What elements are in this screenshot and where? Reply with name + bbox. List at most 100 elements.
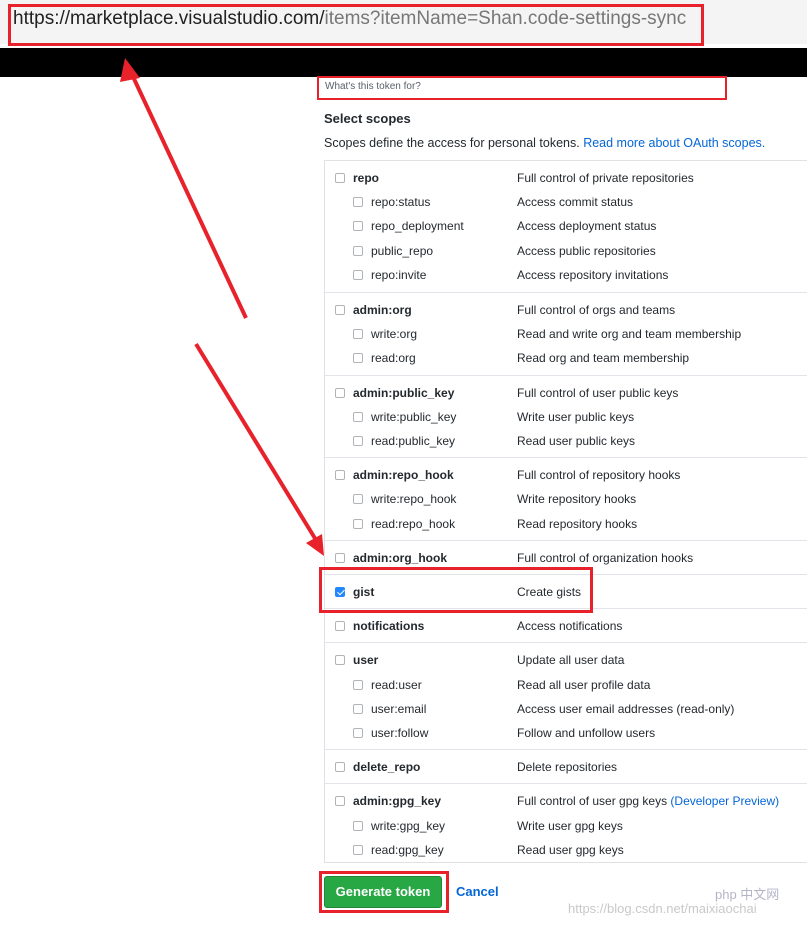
cancel-link[interactable]: Cancel — [456, 884, 499, 899]
scope-description: Full control of repository hooks — [517, 468, 680, 482]
checkbox[interactable] — [335, 470, 345, 481]
scope-description: Access user email addresses (read-only) — [517, 702, 734, 716]
subscope-row[interactable]: repo:invite Access repository invitations — [325, 263, 807, 287]
subscope-row[interactable]: write:org Read and write org and team mem… — [325, 322, 807, 346]
scope-row[interactable]: admin:gpg_key Full control of user gpg ke… — [325, 789, 807, 813]
note-hint: What's this token for? — [325, 81, 421, 92]
scope-row[interactable]: admin:public_key Full control of user pub… — [325, 381, 807, 405]
scope-label: repo_deployment — [371, 219, 464, 234]
arrowhead-lower — [306, 534, 324, 556]
scope-row[interactable]: delete_repo Delete repositories — [325, 755, 807, 779]
scope-description-text: Full control of organization hooks — [517, 550, 694, 565]
subscope-row[interactable]: read:org Read org and team membership — [325, 346, 807, 370]
checkbox[interactable] — [335, 305, 345, 315]
scope-list: repo Full control of private repositories… — [324, 160, 807, 863]
checkbox[interactable] — [353, 221, 363, 232]
scope-description: Read repository hooks — [517, 517, 637, 531]
checkbox[interactable] — [353, 727, 363, 738]
scope-description: Access public repositories — [517, 244, 656, 258]
scope-row[interactable]: notifications Access notifications — [325, 614, 807, 638]
scope-label: write:public_key — [371, 409, 457, 424]
scope-description-text: Write user public keys — [517, 409, 635, 424]
scope-description: Read user public keys — [517, 434, 635, 448]
scope-description: Read and write org and team membership — [517, 327, 741, 341]
checkbox-checked[interactable] — [335, 586, 345, 597]
checkbox[interactable] — [353, 820, 363, 831]
subscope-row[interactable]: read:gpg_key Read user gpg keys — [325, 838, 807, 862]
checkbox[interactable] — [353, 703, 363, 714]
scope-row[interactable]: admin:org Full control of orgs and teams — [325, 298, 807, 322]
oauth-scopes-link[interactable]: Read more about OAuth scopes. — [583, 136, 765, 150]
scope-description: Full control of private repositories — [517, 171, 694, 185]
subscope-row[interactable]: user:follow Follow and unfollow users — [325, 721, 807, 745]
checkbox[interactable] — [353, 353, 363, 364]
scope-description-text: Read user public keys — [517, 433, 636, 448]
checkbox[interactable] — [335, 655, 345, 666]
checkbox[interactable] — [335, 552, 345, 563]
scope-description: Read all user profile data — [517, 678, 650, 692]
checkbox[interactable] — [353, 269, 363, 280]
scope-label: delete_repo — [353, 760, 421, 775]
scope-label: user:email — [371, 701, 427, 716]
scope-row[interactable]: admin:org_hook Full control of organizati… — [325, 546, 807, 570]
scope-row[interactable]: gist Create gists — [325, 580, 807, 604]
scope-description: Write repository hooks — [517, 492, 636, 506]
subscope-row[interactable]: read:public_key Read user public keys — [325, 429, 807, 453]
scope-group-delete-repo: delete_repo Delete repositories — [325, 749, 807, 783]
scope-description-text: Full control of repository hooks — [517, 468, 681, 483]
checkbox[interactable] — [335, 387, 345, 398]
checkbox[interactable] — [353, 518, 363, 529]
scope-description-text: Read org and team membership — [517, 351, 690, 366]
scope-description-text: Delete repositories — [517, 760, 618, 775]
scope-description: Full control of user gpg keys (Developer… — [517, 794, 779, 808]
checkbox[interactable] — [353, 411, 363, 422]
checkbox[interactable] — [353, 844, 363, 855]
scope-description-text: Read user gpg keys — [517, 842, 624, 857]
subscope-row[interactable]: write:repo_hook Write repository hooks — [325, 487, 807, 511]
scope-description: Create gists — [517, 585, 581, 599]
scope-description-text: Write repository hooks — [517, 492, 637, 507]
checkbox[interactable] — [335, 796, 345, 807]
arrow-line-lower — [194, 342, 318, 542]
checkbox[interactable] — [353, 197, 363, 208]
checkbox[interactable] — [335, 762, 345, 773]
scope-label: admin:gpg_key — [353, 794, 442, 809]
scope-label: write:org — [371, 327, 418, 342]
scope-group-gist: gist Create gists — [325, 573, 807, 608]
scopes-title: Select scopes — [324, 111, 411, 126]
scope-description: Delete repositories — [517, 760, 617, 774]
subscope-row[interactable]: write:gpg_key Write user gpg keys — [325, 814, 807, 838]
subscope-row[interactable]: repo:status Access commit status — [325, 190, 807, 214]
scope-description: Read user gpg keys — [517, 843, 624, 857]
subscope-row[interactable]: write:public_key Write user public keys — [325, 405, 807, 429]
scope-label: notifications — [353, 619, 425, 634]
checkbox[interactable] — [335, 173, 345, 183]
checkbox[interactable] — [353, 494, 363, 505]
scope-row[interactable]: admin:repo_hook Full control of repositor… — [325, 463, 807, 487]
scope-row[interactable]: repo Full control of private repositories — [325, 166, 807, 190]
scope-label: read:user — [371, 677, 422, 692]
redacted-bar — [0, 48, 807, 77]
scope-label: public_repo — [371, 243, 434, 258]
checkbox[interactable] — [353, 435, 363, 446]
scope-label: repo:invite — [371, 267, 427, 282]
scope-group-admin-public-key: admin:public_key Full control of user pub… — [325, 374, 807, 458]
subscope-row[interactable]: read:user Read all user profile data — [325, 673, 807, 697]
scope-label: repo — [353, 171, 380, 185]
checkbox[interactable] — [353, 679, 363, 690]
subscope-row[interactable]: public_repo Access public repositories — [325, 239, 807, 263]
scope-row[interactable]: user Update all user data — [325, 648, 807, 672]
scope-description-text: Access commit status — [517, 195, 634, 210]
subscope-row[interactable]: user:email Access user email addresses (r… — [325, 697, 807, 721]
checkbox[interactable] — [335, 621, 345, 632]
scope-description-text: Full control of private repositories — [517, 171, 694, 185]
scope-description-text: Follow and unfollow users — [517, 725, 656, 740]
checkbox[interactable] — [353, 245, 363, 256]
subscope-row[interactable]: repo_deployment Access deployment status — [325, 214, 807, 238]
generate-token-button[interactable]: Generate token — [324, 876, 442, 908]
checkbox[interactable] — [353, 329, 363, 340]
developer-preview-link[interactable]: (Developer Preview) — [670, 794, 779, 808]
scope-description-text: Write user gpg keys — [517, 818, 623, 833]
subscope-row[interactable]: read:repo_hook Read repository hooks — [325, 512, 807, 536]
scope-description: Access notifications — [517, 619, 622, 633]
